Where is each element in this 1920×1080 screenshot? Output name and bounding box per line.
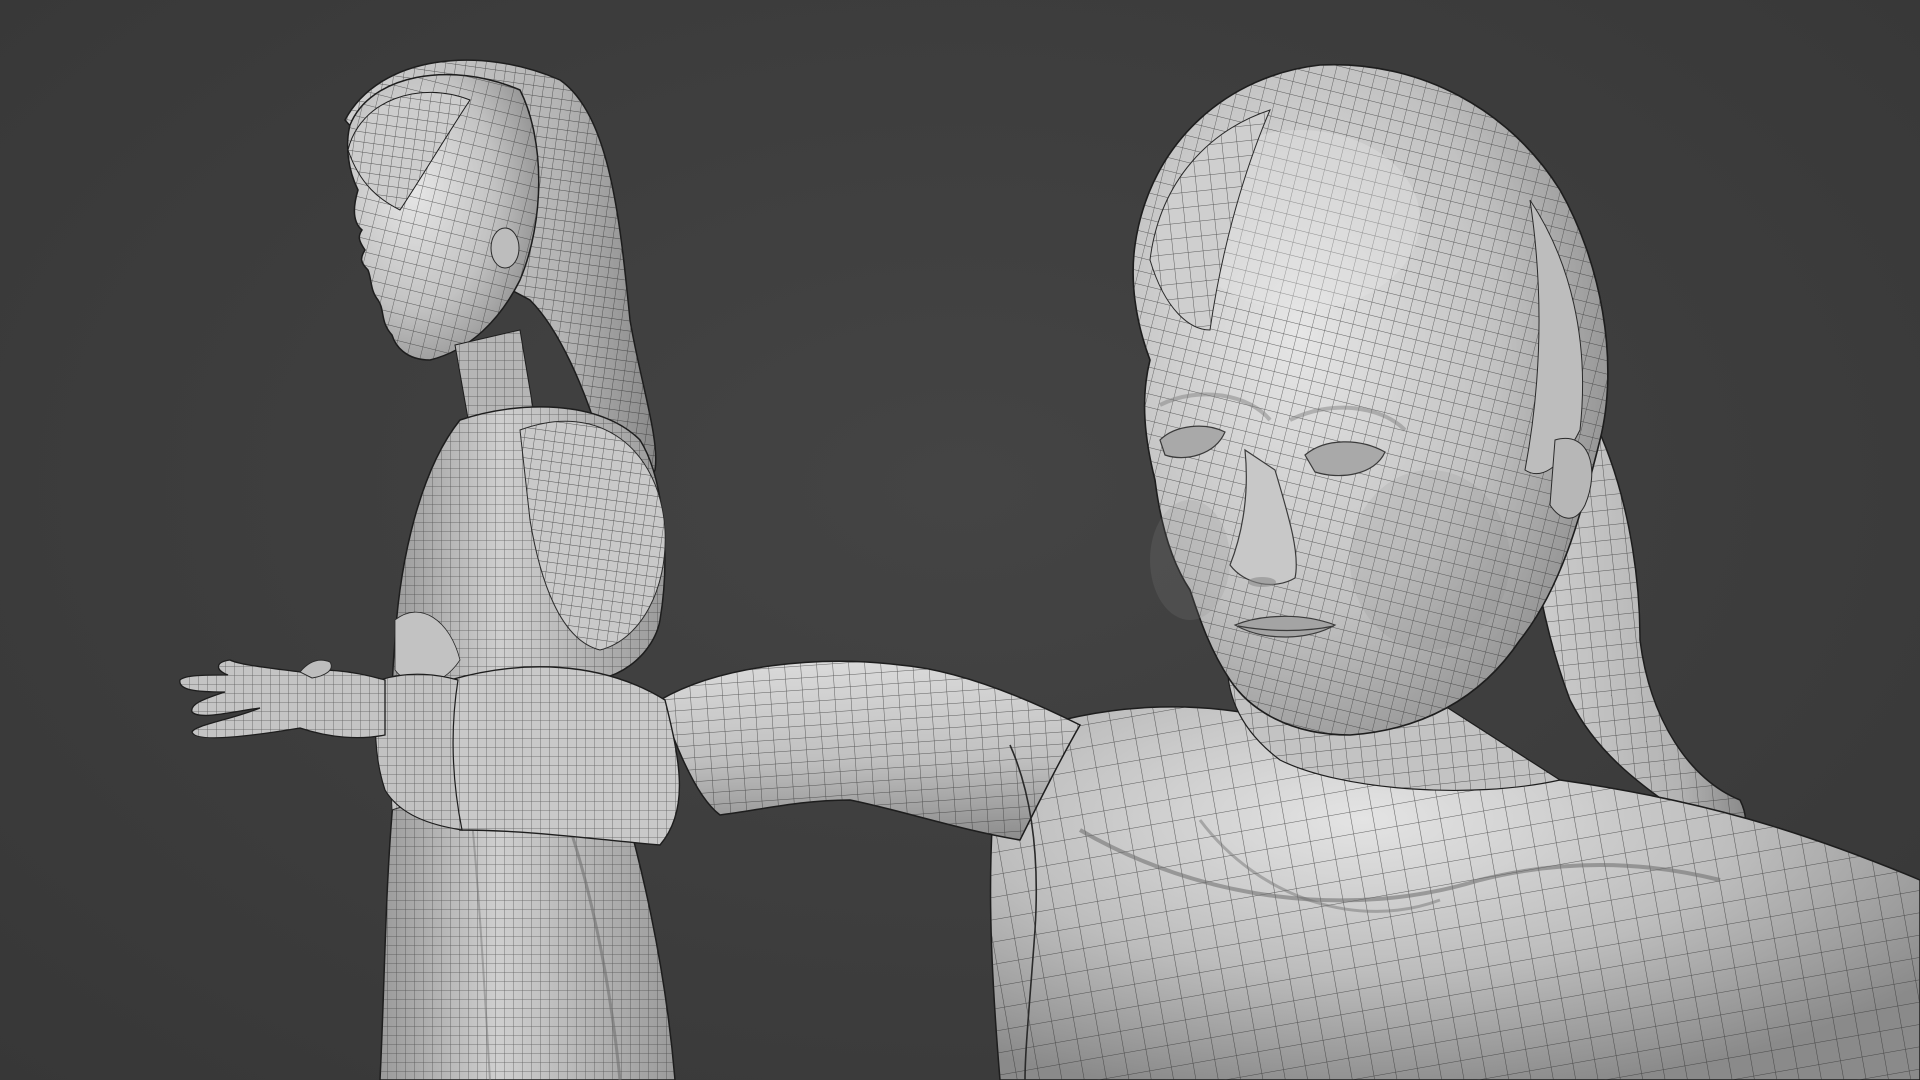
viewport-scene [179, 59, 1920, 1080]
3d-viewport[interactable] [0, 0, 1920, 1080]
side-view-character[interactable] [344, 59, 676, 1080]
